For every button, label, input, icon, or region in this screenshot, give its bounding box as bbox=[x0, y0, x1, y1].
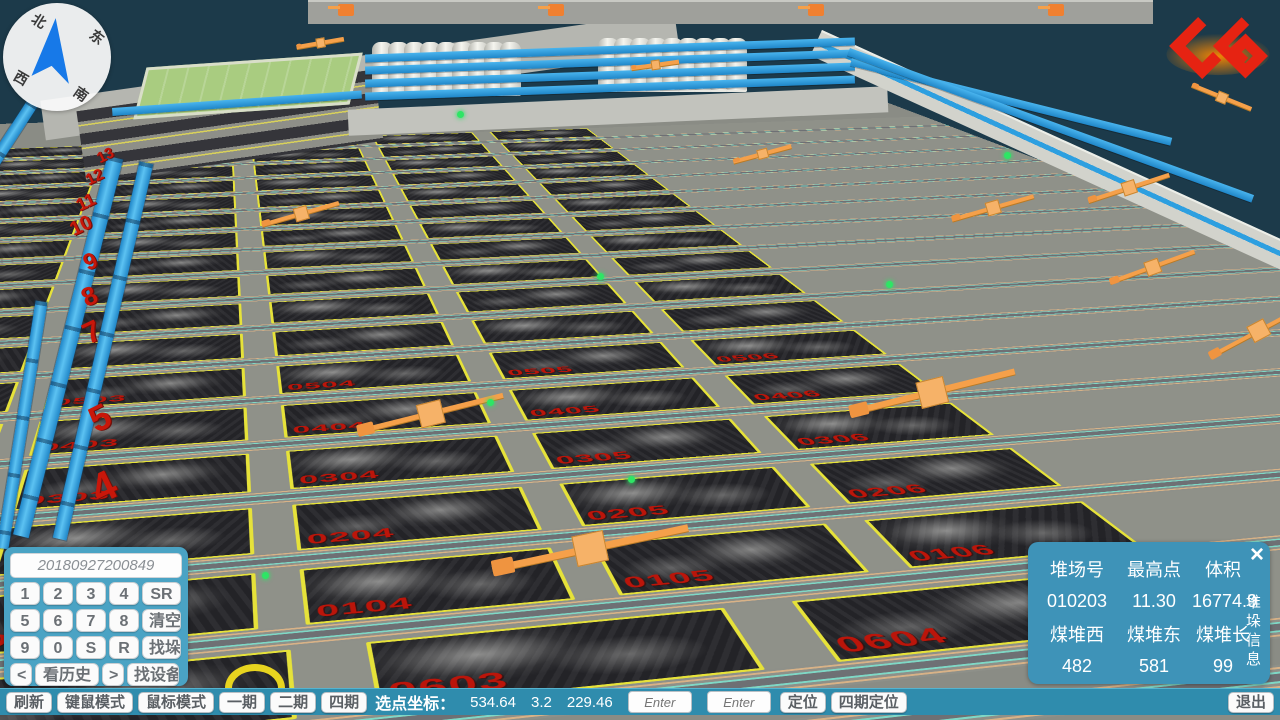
status-dot-green bbox=[1004, 152, 1011, 159]
info-value: 581 bbox=[1116, 656, 1192, 677]
company-logo bbox=[1164, 8, 1272, 84]
coord-x: 534.64 bbox=[470, 694, 516, 711]
toolbar-button-四期[interactable]: 四期 bbox=[321, 692, 367, 713]
exit-button[interactable]: 退出 bbox=[1228, 692, 1274, 713]
machine-counterweight bbox=[356, 421, 375, 436]
keypad-button-S[interactable]: S bbox=[76, 636, 106, 659]
keypad-button-3[interactable]: 3 bbox=[76, 582, 106, 605]
ship-loader-icon bbox=[1048, 4, 1064, 16]
compass[interactable]: 北 东 西 南 bbox=[0, 0, 114, 114]
coord-input-1[interactable] bbox=[628, 691, 692, 713]
keypad-button-9[interactable]: 9 bbox=[10, 636, 40, 659]
keypad-display[interactable]: 20180927200849 bbox=[10, 553, 182, 578]
info-header: 煤堆东 bbox=[1116, 621, 1192, 647]
info-header: 煤堆西 bbox=[1038, 621, 1116, 647]
machine-counterweight bbox=[848, 401, 869, 418]
coord-label: 选点坐标： bbox=[375, 690, 455, 714]
keypad-button-SR[interactable]: SR bbox=[142, 582, 181, 605]
keypad-button-0[interactable]: 0 bbox=[43, 636, 73, 659]
ship-loader-icon bbox=[338, 4, 354, 16]
keypad-button-6[interactable]: 6 bbox=[43, 609, 73, 632]
status-dot-green bbox=[597, 273, 604, 280]
info-value: 482 bbox=[1038, 656, 1116, 677]
machine-counterweight bbox=[1087, 194, 1098, 203]
info-value: 010203 bbox=[1038, 591, 1116, 612]
compass-arrow-icon bbox=[0, 0, 114, 114]
pile-info-grid: 堆场号最高点体积01020311.3016774.9煤堆西煤堆东煤堆长48258… bbox=[1038, 556, 1238, 677]
keypad-button-4[interactable]: 4 bbox=[109, 582, 139, 605]
machine-tower bbox=[416, 398, 446, 427]
bottom-toolbar: 刷新键鼠模式鼠标模式一期二期四期 选点坐标： 534.64 3.2 229.46… bbox=[0, 688, 1280, 715]
status-dot-green bbox=[628, 476, 635, 483]
info-value: 11.30 bbox=[1116, 591, 1192, 612]
status-dot-green bbox=[457, 111, 464, 118]
keypad-button-5[interactable]: 5 bbox=[10, 609, 40, 632]
keypad-button-清空[interactable]: 清空 bbox=[142, 609, 181, 632]
toolbar-button-鼠标模式[interactable]: 鼠标模式 bbox=[138, 692, 214, 713]
keypad-button->[interactable]: > bbox=[102, 663, 124, 686]
keypad-buttons: 1234SR5678清空90SR找垛<看历史>找设备 bbox=[10, 582, 182, 686]
keypad-button-1[interactable]: 1 bbox=[10, 582, 40, 605]
coord-input-2[interactable] bbox=[707, 691, 771, 713]
toolbar-button-四期定位[interactable]: 四期定位 bbox=[831, 692, 907, 713]
keypad-button-7[interactable]: 7 bbox=[76, 609, 106, 632]
toolbar-button-刷新[interactable]: 刷新 bbox=[6, 692, 52, 713]
status-dot-green bbox=[886, 281, 893, 288]
info-header: 体积 bbox=[1192, 556, 1254, 582]
keypad-button-R[interactable]: R bbox=[109, 636, 139, 659]
coal-yard-3d-app: 0601060206030604010101020103010401050106… bbox=[0, 0, 1280, 720]
keypad-panel: 20180927200849 1234SR5678清空90SR找垛<看历史>找设… bbox=[4, 547, 188, 686]
coord-y: 3.2 bbox=[531, 694, 552, 711]
keypad-button-看历史[interactable]: 看历史 bbox=[35, 663, 99, 686]
keypad-button-8[interactable]: 8 bbox=[109, 609, 139, 632]
info-header: 堆场号 bbox=[1038, 556, 1116, 582]
coord-z: 229.46 bbox=[567, 694, 613, 711]
pile-info-panel: × 堆场号最高点体积01020311.3016774.9煤堆西煤堆东煤堆长482… bbox=[1028, 542, 1270, 684]
machine-counterweight bbox=[491, 557, 516, 577]
machine-counterweight bbox=[950, 213, 961, 222]
toolbar-button-二期[interactable]: 二期 bbox=[270, 692, 316, 713]
ship-loader-icon bbox=[548, 4, 564, 16]
toolbar-button-定位[interactable]: 定位 bbox=[780, 692, 826, 713]
machine-counterweight bbox=[1109, 275, 1121, 285]
machine-counterweight bbox=[261, 219, 271, 227]
ship-loader-icon bbox=[808, 4, 824, 16]
keypad-button-2[interactable]: 2 bbox=[43, 582, 73, 605]
status-dot-green bbox=[262, 572, 269, 579]
keypad-button-找垛[interactable]: 找垛 bbox=[142, 636, 181, 659]
toolbar-button-键鼠模式[interactable]: 键鼠模式 bbox=[57, 692, 133, 713]
status-dot-green bbox=[487, 399, 494, 406]
keypad-button-找设备[interactable]: 找设备 bbox=[127, 663, 179, 686]
pile-label: 0602 bbox=[0, 716, 21, 720]
keypad-button-<[interactable]: < bbox=[10, 663, 32, 686]
machine-tower bbox=[651, 59, 662, 71]
toolbar-button-一期[interactable]: 一期 bbox=[219, 692, 265, 713]
pier-strip bbox=[308, 0, 1153, 24]
toolbar-right-buttons: 定位四期定位 bbox=[780, 692, 907, 713]
pile-info-title: 堆垛信息 bbox=[1242, 594, 1263, 670]
machine-tower bbox=[315, 37, 326, 49]
toolbar-left-buttons: 刷新键鼠模式鼠标模式一期二期四期 bbox=[6, 692, 367, 713]
info-header: 最高点 bbox=[1116, 556, 1192, 582]
